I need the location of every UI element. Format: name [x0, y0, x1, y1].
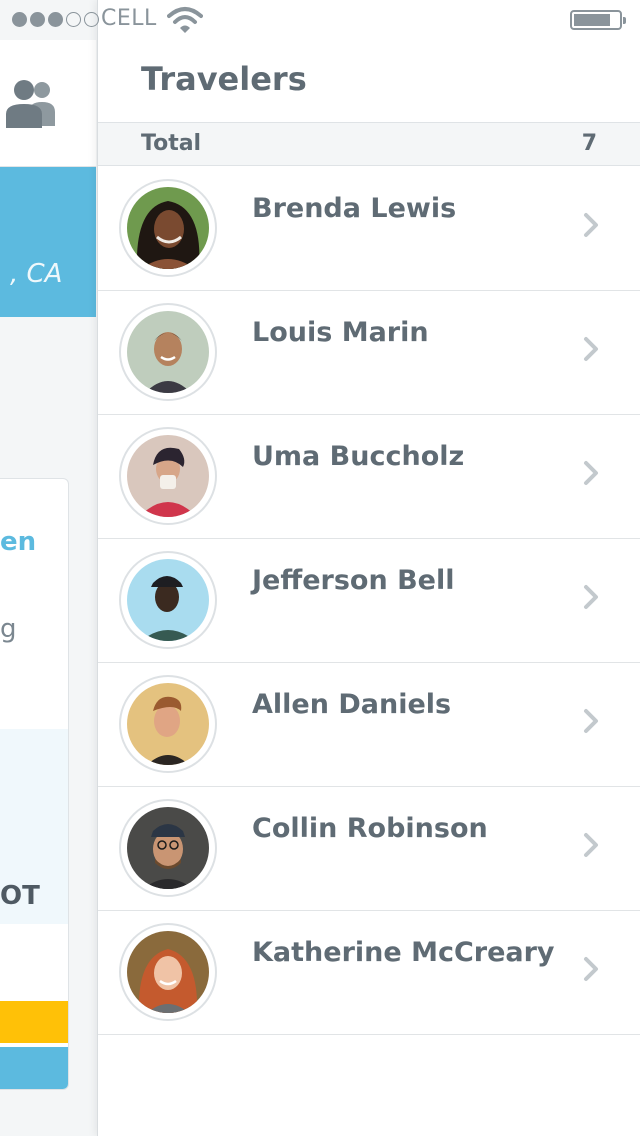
background-app: , CA en g OT — [0, 0, 100, 1136]
avatar — [119, 799, 217, 897]
traveler-name: Collin Robinson — [252, 813, 488, 844]
signal-dot — [84, 12, 99, 27]
traveler-name: Jefferson Bell — [252, 565, 455, 596]
battery-icon — [570, 10, 626, 30]
background-header — [0, 40, 96, 167]
people-icon[interactable] — [2, 76, 62, 128]
signal-dot — [66, 12, 81, 27]
avatar-photo — [127, 311, 209, 393]
yellow-action-button[interactable] — [0, 1001, 68, 1043]
card-line-text: g — [0, 614, 17, 644]
avatar-photo — [127, 683, 209, 765]
traveler-name: Uma Buccholz — [252, 441, 465, 472]
total-count: 7 — [581, 131, 597, 156]
avatar-photo — [127, 187, 209, 269]
status-bar: CELL — [0, 0, 640, 40]
chevron-right-icon — [584, 957, 598, 981]
chevron-right-icon — [584, 337, 598, 361]
total-label: Total — [141, 131, 202, 156]
chevron-right-icon — [584, 461, 598, 485]
background-card: en g OT — [0, 478, 69, 1090]
traveler-row[interactable]: Katherine McCreary — [98, 911, 640, 1035]
card-code-text: OT — [0, 881, 40, 911]
avatar — [119, 551, 217, 649]
avatar — [119, 923, 217, 1021]
chevron-right-icon — [584, 213, 598, 237]
chevron-right-icon — [584, 709, 598, 733]
avatar — [119, 675, 217, 773]
signal-strength-indicator — [12, 12, 99, 27]
avatar — [119, 179, 217, 277]
avatar-photo — [127, 559, 209, 641]
traveler-row[interactable]: Collin Robinson — [98, 787, 640, 911]
location-text: , CA — [10, 259, 63, 289]
travelers-list: Brenda Lewis Louis Marin Uma Buccholz Je… — [98, 167, 640, 1035]
chevron-right-icon — [584, 833, 598, 857]
traveler-name: Allen Daniels — [252, 689, 452, 720]
chevron-right-icon — [584, 585, 598, 609]
traveler-name: Brenda Lewis — [252, 193, 457, 224]
traveler-row[interactable]: Uma Buccholz — [98, 415, 640, 539]
total-bar: Total 7 — [98, 122, 640, 166]
card-name-text: en — [0, 527, 37, 557]
background-hero: , CA — [0, 167, 96, 317]
blue-action-button[interactable] — [0, 1047, 68, 1089]
traveler-name: Louis Marin — [252, 317, 429, 348]
avatar — [119, 427, 217, 525]
avatar-photo — [127, 435, 209, 517]
avatar-photo — [127, 807, 209, 889]
page-title: Travelers — [141, 60, 307, 98]
avatar-photo — [127, 931, 209, 1013]
traveler-name: Katherine McCreary — [252, 937, 555, 968]
signal-dot — [12, 12, 27, 27]
wifi-icon — [167, 7, 203, 33]
carrier-label: CELL — [101, 6, 157, 31]
signal-dot — [30, 12, 45, 27]
signal-dot — [48, 12, 63, 27]
avatar — [119, 303, 217, 401]
traveler-row[interactable]: Louis Marin — [98, 291, 640, 415]
traveler-row[interactable]: Jefferson Bell — [98, 539, 640, 663]
travelers-panel: Travelers Total 7 Brenda Lewis Louis Mar… — [97, 0, 640, 1136]
traveler-row[interactable]: Brenda Lewis — [98, 167, 640, 291]
traveler-row[interactable]: Allen Daniels — [98, 663, 640, 787]
